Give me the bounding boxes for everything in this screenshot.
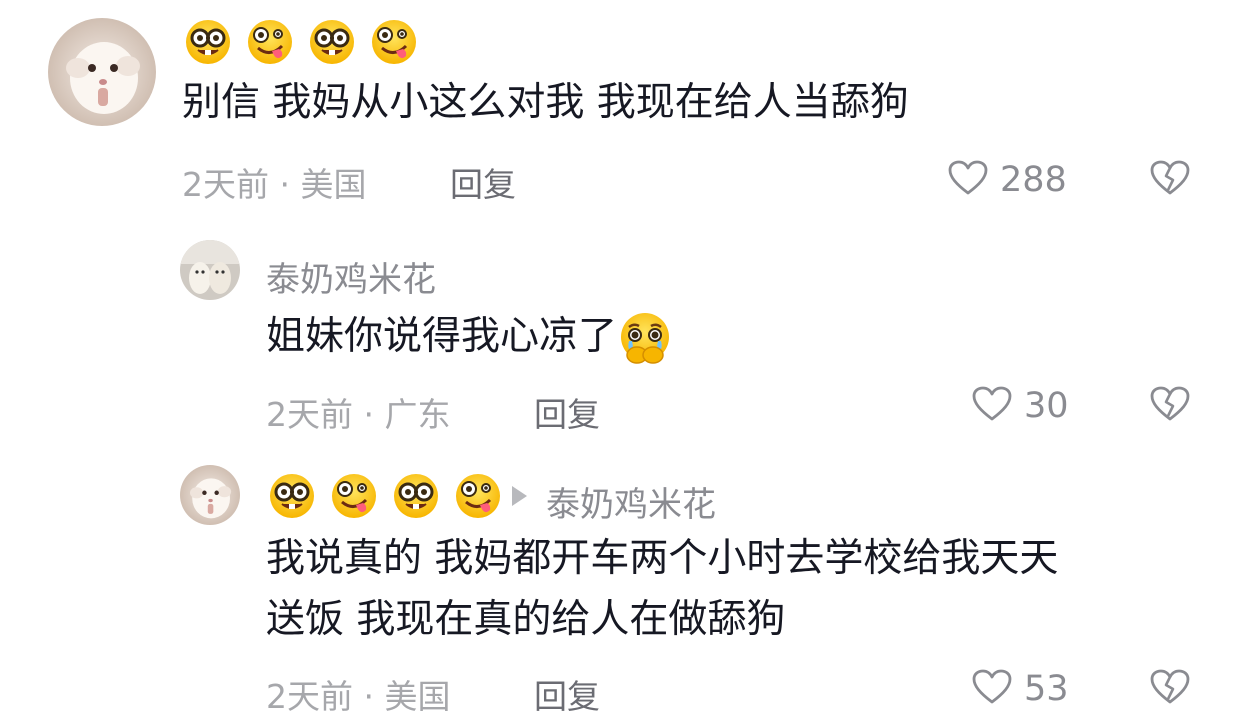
commenter-avatar[interactable]	[48, 18, 156, 126]
comment-text-line-2: 送饭 我现在真的给人在做舔狗	[266, 597, 786, 642]
nerd-face-icon	[184, 18, 232, 66]
dislike-broken-heart-icon[interactable]	[1150, 386, 1190, 422]
comment-meta: 2天前 · 美国	[266, 677, 451, 716]
commenter-emoji-name[interactable]	[184, 18, 418, 66]
reply-button[interactable]: 回复	[450, 158, 516, 206]
zany-face-icon	[454, 472, 502, 520]
reply-button[interactable]: 回复	[534, 388, 600, 436]
reply-to-arrow-icon	[512, 486, 527, 506]
dislike-broken-heart-icon[interactable]	[1150, 669, 1190, 705]
like-count: 30	[1024, 386, 1069, 426]
reply-meta: 2天前 · 广东	[266, 395, 451, 434]
like-heart-icon[interactable]	[972, 386, 1012, 422]
replier-name[interactable]: 泰奶鸡米花	[266, 252, 436, 301]
reply-text-row: 姐妹你说得我心凉了	[266, 306, 673, 367]
comment-text: 别信 我妈从小这么对我 我现在给人当舔狗	[182, 80, 909, 125]
face-holding-back-tears-icon	[617, 311, 673, 367]
nerd-face-icon	[392, 472, 440, 520]
comment-meta: 2天前 · 美国	[182, 165, 367, 204]
like-count: 53	[1024, 669, 1069, 709]
like-heart-icon[interactable]	[972, 669, 1012, 705]
comment-text-line-1: 我说真的 我妈都开车两个小时去学校给我天天	[266, 536, 1059, 581]
commenter-emoji-name[interactable]	[268, 472, 502, 520]
zany-face-icon	[246, 18, 294, 66]
reply-text: 姐妹你说得我心凉了	[266, 314, 618, 359]
nerd-face-icon	[308, 18, 356, 66]
like-heart-icon[interactable]	[948, 160, 988, 196]
nerd-face-icon	[268, 472, 316, 520]
reply-to-name[interactable]: 泰奶鸡米花	[546, 477, 716, 526]
reply-button[interactable]: 回复	[534, 670, 600, 718]
replier-avatar[interactable]	[180, 240, 240, 300]
dislike-broken-heart-icon[interactable]	[1150, 160, 1190, 196]
commenter-avatar[interactable]	[180, 465, 240, 525]
like-count: 288	[1000, 160, 1067, 200]
zany-face-icon	[330, 472, 378, 520]
zany-face-icon	[370, 18, 418, 66]
